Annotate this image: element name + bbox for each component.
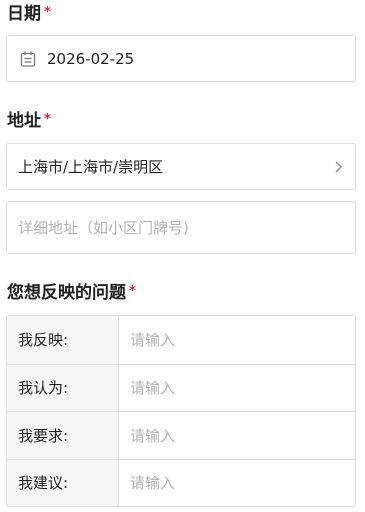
request-input[interactable]: 请输入: [119, 412, 355, 459]
opinion-input[interactable]: 请输入: [119, 365, 355, 412]
date-value: 2026-02-25: [47, 49, 135, 68]
required-mark: *: [44, 112, 51, 127]
detail-address-input[interactable]: 详细地址（如小区门牌号): [6, 201, 356, 254]
table-row: 我建议: 请输入: [7, 458, 355, 507]
calendar-icon: [19, 50, 37, 68]
table-row: 我认为: 请输入: [7, 363, 355, 412]
row-label: 我建议:: [7, 459, 119, 506]
issue-table: 我反映: 请输入 我认为: 请输入 我要求: 请输入 我建议: 请输入: [6, 315, 356, 507]
row-label: 我要求:: [7, 412, 119, 459]
date-label: 日期 *: [7, 6, 51, 23]
required-mark: *: [129, 284, 136, 299]
required-mark: *: [44, 5, 51, 20]
table-row: 我反映: 请输入: [7, 316, 355, 364]
region-value: 上海市/上海市/崇明区: [18, 158, 164, 176]
region-picker[interactable]: 上海市/上海市/崇明区: [6, 143, 356, 190]
report-input[interactable]: 请输入: [119, 316, 355, 364]
date-field[interactable]: 2026-02-25: [6, 35, 356, 82]
detail-address-placeholder: 详细地址（如小区门牌号): [18, 219, 189, 237]
issue-label: 您想反映的问题 *: [7, 285, 136, 302]
chevron-right-icon: [333, 160, 343, 174]
row-label: 我认为:: [7, 364, 119, 411]
table-row: 我要求: 请输入: [7, 411, 355, 459]
issue-label-text: 您想反映的问题: [7, 283, 126, 303]
date-label-text: 日期: [7, 4, 41, 24]
address-label-text: 地址: [7, 111, 41, 131]
address-label: 地址 *: [7, 113, 51, 130]
report-form: 日期 * 2026-02-25 地址 * 上海市/上海市/崇明区 详细地址（如小区门…: [0, 0, 365, 512]
row-label: 我反映:: [7, 316, 119, 364]
suggestion-input[interactable]: 请输入: [119, 460, 355, 507]
